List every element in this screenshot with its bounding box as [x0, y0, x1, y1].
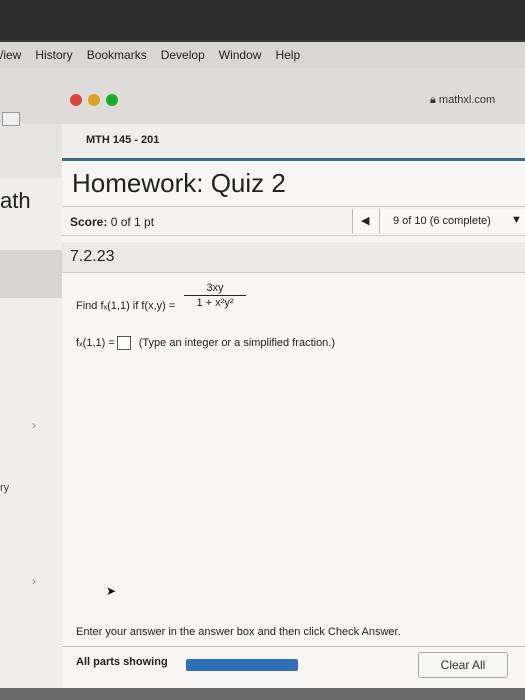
answer-hint: (Type an integer or a simplified fractio…	[138, 337, 336, 349]
window-controls	[70, 94, 118, 106]
parts-status: All parts showing	[76, 656, 168, 668]
answer-row: fₓ(1,1) = (Type an integer or a simplifi…	[76, 336, 335, 350]
score: Score: 0 of 1 pt	[70, 215, 154, 229]
course-name: MTH 145 - 201	[86, 134, 160, 146]
menu-bookmarks[interactable]: Bookmarks	[87, 48, 147, 62]
browser-window: 🔒︎ mathxl.com ath › ry › MTH 145 - 201 H…	[0, 68, 525, 700]
close-button[interactable]	[70, 94, 82, 106]
url-text: mathxl.com	[438, 94, 496, 106]
menu-help[interactable]: Help	[275, 48, 300, 62]
problem-lead: Find fₓ(1,1) if f(x,y) =	[76, 300, 176, 312]
main-content: MTH 145 - 201 Homework: Quiz 2 Score: 0 …	[62, 124, 525, 700]
course-bar: MTH 145 - 201	[62, 124, 525, 161]
instruction-text: Enter your answer in the answer box and …	[76, 626, 401, 638]
menu-history[interactable]: History	[35, 48, 72, 62]
menu-window[interactable]: Window	[219, 48, 262, 62]
progress-fill	[186, 659, 298, 671]
fraction-denominator: 1 + x²y²	[196, 297, 234, 309]
score-row: Score: 0 of 1 pt ◀ 9 of 10 (6 complete) …	[62, 206, 525, 236]
previous-question-icon[interactable]: ◀	[361, 214, 369, 227]
instruction-bar: Enter your answer in the answer box and …	[62, 618, 525, 647]
menu-view[interactable]: /iew	[0, 48, 21, 62]
divider	[379, 209, 380, 233]
question-number-row: 7.2.23	[62, 242, 525, 273]
question-status[interactable]: 9 of 10 (6 complete)	[393, 215, 491, 227]
mouse-cursor-icon: ➤	[106, 584, 117, 598]
chevron-right-icon[interactable]: ›	[32, 418, 36, 432]
left-nav-title: ath	[0, 188, 31, 213]
menu-bar: /iew History Bookmarks Develop Window He…	[0, 42, 525, 68]
clear-all-button[interactable]: Clear All	[418, 652, 508, 678]
fraction-numerator: 3xy	[184, 282, 246, 296]
problem-statement: Find fₓ(1,1) if f(x,y) = 3xy 1 + x²y²	[76, 282, 516, 322]
photo-edge	[0, 0, 525, 40]
page-title: Homework: Quiz 2	[72, 168, 286, 198]
photo-edge-bottom	[0, 688, 525, 700]
chevron-right-icon[interactable]: ›	[32, 574, 36, 588]
question-navigator: ◀ 9 of 10 (6 complete) ▼	[352, 209, 525, 233]
left-nav-selected[interactable]	[0, 250, 62, 298]
dropdown-caret-icon[interactable]: ▼	[511, 214, 522, 226]
sidebar-toggle-icon[interactable]	[2, 112, 20, 126]
menu-develop[interactable]: Develop	[161, 48, 205, 62]
minimize-button[interactable]	[88, 94, 100, 106]
score-label: Score:	[70, 215, 108, 229]
answer-input[interactable]	[116, 336, 131, 350]
answer-label: fₓ(1,1) =	[76, 337, 115, 349]
address-bar[interactable]: 🔒︎ mathxl.com	[430, 94, 495, 107]
lock-icon: 🔒︎	[430, 94, 436, 106]
progress-bar	[186, 659, 298, 671]
function-fraction: 3xy 1 + x²y²	[184, 282, 246, 309]
question-number: 7.2.23	[70, 248, 115, 265]
left-nav-label: ry	[0, 482, 10, 494]
score-value: 0 of 1 pt	[110, 215, 155, 229]
zoom-button[interactable]	[106, 94, 118, 106]
title-bar: 🔒︎ mathxl.com	[0, 68, 525, 126]
footer-row: All parts showing Clear All	[62, 650, 525, 680]
